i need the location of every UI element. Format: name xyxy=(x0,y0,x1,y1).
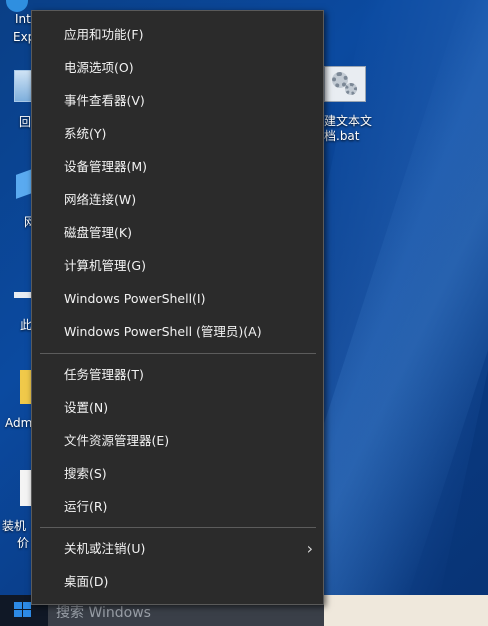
menu-item-label: 桌面(D) xyxy=(64,574,109,589)
search-placeholder[interactable]: 搜索 Windows xyxy=(56,602,151,622)
menu-item-settings[interactable]: 设置(N) xyxy=(32,393,323,423)
batch-file-gear-icon[interactable] xyxy=(324,66,366,102)
menu-item-powershell-admin[interactable]: Windows PowerShell (管理员)(A) xyxy=(32,317,323,347)
chevron-right-icon: › xyxy=(306,539,313,558)
file-name-line1: 建文本文 xyxy=(324,114,373,128)
menu-item-desktop[interactable]: 桌面(D) xyxy=(32,567,323,597)
desktop-icon-label: Int xyxy=(15,12,31,26)
file-name-line2: 档.bat xyxy=(324,129,360,143)
menu-item-search[interactable]: 搜索(S) xyxy=(32,459,323,489)
menu-item-label: 计算机管理(G) xyxy=(64,258,146,273)
menu-item-label: 磁盘管理(K) xyxy=(64,225,132,240)
menu-item-file-explorer[interactable]: 文件资源管理器(E) xyxy=(32,426,323,456)
network-icon[interactable] xyxy=(16,169,32,199)
windows-logo-icon[interactable] xyxy=(14,602,32,618)
menu-item-label: 电源选项(O) xyxy=(64,60,134,75)
this-pc-icon[interactable] xyxy=(14,292,32,298)
desktop-icon-label: 价 xyxy=(17,536,30,550)
menu-item-label: 设置(N) xyxy=(64,400,109,415)
menu-item-label: 网络连接(W) xyxy=(64,192,137,207)
menu-item-label: Windows PowerShell (管理员)(A) xyxy=(64,324,262,339)
menu-item-label: 搜索(S) xyxy=(64,466,107,481)
taskbar-right-area xyxy=(324,595,488,626)
winx-context-menu: 应用和功能(F) 电源选项(O) 事件查看器(V) 系统(Y) 设备管理器(M)… xyxy=(31,10,324,605)
menu-item-label: 文件资源管理器(E) xyxy=(64,433,170,448)
menu-item-label: 任务管理器(T) xyxy=(64,367,144,382)
menu-item-disk-management[interactable]: 磁盘管理(K) xyxy=(32,218,323,248)
menu-item-run[interactable]: 运行(R) xyxy=(32,492,323,522)
menu-item-label: 系统(Y) xyxy=(64,126,107,141)
menu-item-label: 事件查看器(V) xyxy=(64,93,145,108)
menu-item-label: 设备管理器(M) xyxy=(64,159,148,174)
menu-item-system[interactable]: 系统(Y) xyxy=(32,119,323,149)
menu-separator xyxy=(40,353,316,354)
internet-explorer-icon[interactable] xyxy=(6,0,28,12)
menu-item-label: 关机或注销(U) xyxy=(64,541,146,556)
desktop-icon-label: 回 xyxy=(19,115,32,129)
desktop-file-label[interactable]: 建文本文 档.bat xyxy=(324,114,394,144)
gear-icon xyxy=(345,83,357,95)
desktop-icon-label: Adm xyxy=(5,416,33,430)
menu-item-task-manager[interactable]: 任务管理器(T) xyxy=(32,360,323,390)
menu-item-device-manager[interactable]: 设备管理器(M) xyxy=(32,152,323,182)
menu-item-label: Windows PowerShell(I) xyxy=(64,291,206,306)
menu-item-computer-management[interactable]: 计算机管理(G) xyxy=(32,251,323,281)
desktop-icon-label: 装机 xyxy=(2,519,27,533)
menu-item-powershell[interactable]: Windows PowerShell(I) xyxy=(32,284,323,314)
menu-item-network-connections[interactable]: 网络连接(W) xyxy=(32,185,323,215)
menu-separator xyxy=(40,527,316,528)
menu-item-power-options[interactable]: 电源选项(O) xyxy=(32,53,323,83)
menu-item-label: 应用和功能(F) xyxy=(64,27,144,42)
menu-item-label: 运行(R) xyxy=(64,499,108,514)
menu-item-event-viewer[interactable]: 事件查看器(V) xyxy=(32,86,323,116)
menu-item-apps-features[interactable]: 应用和功能(F) xyxy=(32,20,323,50)
menu-item-shutdown-signout[interactable]: 关机或注销(U) › xyxy=(32,534,323,564)
